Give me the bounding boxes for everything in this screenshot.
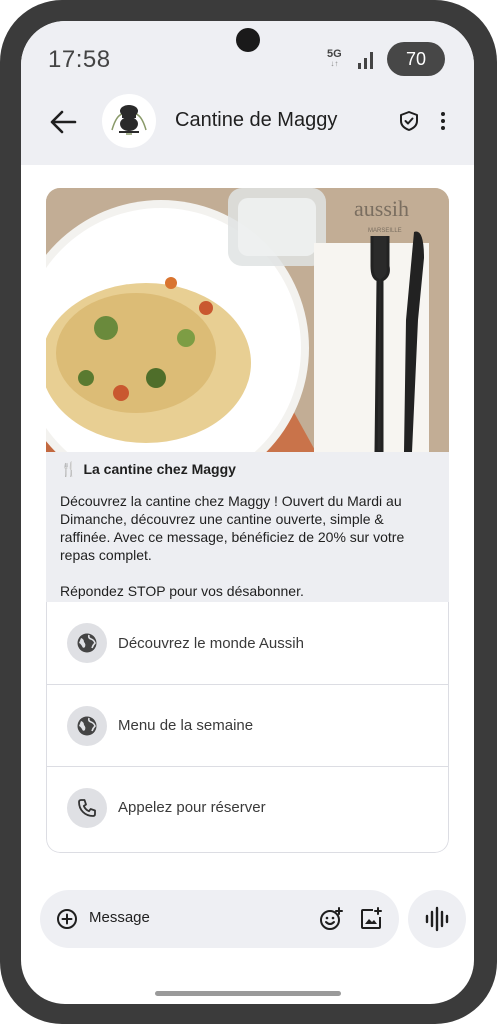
home-indicator[interactable]	[155, 991, 341, 996]
message-title: 🍴 La cantine chez Maggy	[60, 460, 435, 478]
message-text: Découvrez la cantine chez Maggy ! Ouvert…	[60, 493, 405, 599]
conversation-title: Cantine de Maggy	[175, 109, 338, 131]
emoji-add-icon[interactable]	[319, 907, 343, 931]
status-time: 17:58	[48, 46, 111, 73]
image-add-icon[interactable]	[359, 907, 383, 931]
network-indicator: 5G ↓↑	[327, 49, 342, 69]
globe-icon	[67, 705, 107, 746]
globe-icon	[67, 623, 107, 663]
voice-waveform-icon	[425, 906, 449, 932]
compose-bar: Message	[40, 890, 399, 948]
action-label: Menu de la semaine	[118, 717, 254, 734]
power-button	[493, 172, 497, 304]
action-label: Découvrez le monde Aussih	[118, 634, 304, 652]
message-body: 🍴 La cantine chez Maggy Découvrez la cant…	[46, 452, 449, 602]
card-image[interactable]: aussih MARSEILLE	[46, 188, 449, 452]
rich-message-card: aussih MARSEILLE 🍴 La cantine chez Maggy …	[46, 188, 449, 853]
action-label: Appelez pour réserver	[118, 799, 266, 816]
screen: 17:58 5G ↓↑ 70 Cantine de Maggy aussih M…	[21, 21, 474, 1004]
avatar[interactable]	[102, 94, 156, 148]
camera-cutout	[236, 28, 260, 52]
plate-sub-text: MARSEILLE	[368, 228, 402, 234]
phone-frame: 17:58 5G ↓↑ 70 Cantine de Maggy aussih M…	[0, 0, 497, 1024]
shield-check-icon[interactable]	[398, 110, 420, 132]
fork-knife-icon: 🍴	[60, 461, 78, 477]
phone-icon	[67, 787, 107, 828]
message-title-text: La cantine chez Maggy	[83, 461, 236, 477]
signal-icon	[358, 52, 373, 69]
volume-button	[493, 365, 497, 437]
more-vert-icon[interactable]	[433, 109, 453, 133]
app-header: 17:58 5G ↓↑ 70 Cantine de Maggy	[21, 21, 474, 165]
message-input[interactable]: Message	[89, 909, 150, 926]
add-circle-icon[interactable]	[56, 908, 78, 930]
action-discover-aussih[interactable]: Découvrez le monde Aussih	[47, 602, 448, 684]
battery-indicator: 70	[387, 42, 445, 76]
suggested-actions: Découvrez le monde Aussih Menu de la sem…	[46, 602, 449, 853]
data-arrows-icon: ↓↑	[330, 59, 339, 68]
plate-brand-text: aussih	[354, 196, 409, 221]
action-call-reserve[interactable]: Appelez pour réserver	[47, 766, 448, 848]
voice-button[interactable]	[408, 890, 466, 948]
network-label: 5G	[327, 48, 342, 60]
arrow-back-icon[interactable]	[48, 107, 78, 137]
action-weekly-menu[interactable]: Menu de la semaine	[47, 684, 448, 766]
chef-logo-icon	[111, 105, 147, 135]
